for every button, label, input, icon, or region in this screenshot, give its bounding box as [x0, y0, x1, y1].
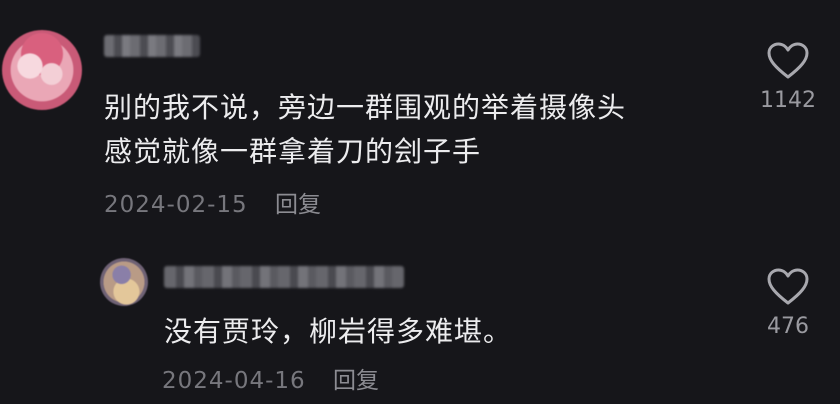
comment-meta: 2024-02-15 回复	[104, 190, 321, 220]
comment-date: 2024-04-16	[162, 368, 306, 394]
username-obscured[interactable]	[104, 35, 200, 57]
like-button[interactable]: 476	[758, 268, 818, 339]
username-obscured[interactable]	[164, 266, 404, 288]
like-count: 476	[767, 314, 809, 339]
comment-text-line: 别的我不说，旁边一群围观的举着摄像头	[104, 91, 627, 124]
reply-button[interactable]: 回复	[275, 192, 321, 218]
comment-meta: 2024-04-16 回复	[162, 366, 379, 396]
user-avatar[interactable]	[2, 30, 82, 110]
comment-text-line: 感觉就像一群拿着刀的刽子手	[104, 135, 482, 168]
like-button[interactable]: 1142	[758, 42, 818, 113]
like-count: 1142	[760, 88, 816, 113]
heart-outline-icon[interactable]	[758, 42, 818, 80]
heart-outline-icon[interactable]	[758, 268, 818, 306]
user-avatar[interactable]	[100, 258, 148, 306]
comment-date: 2024-02-15	[104, 192, 248, 218]
reply-button[interactable]: 回复	[333, 368, 379, 394]
comment-text-line: 没有贾玲，柳岩得多难堪。	[164, 315, 513, 348]
